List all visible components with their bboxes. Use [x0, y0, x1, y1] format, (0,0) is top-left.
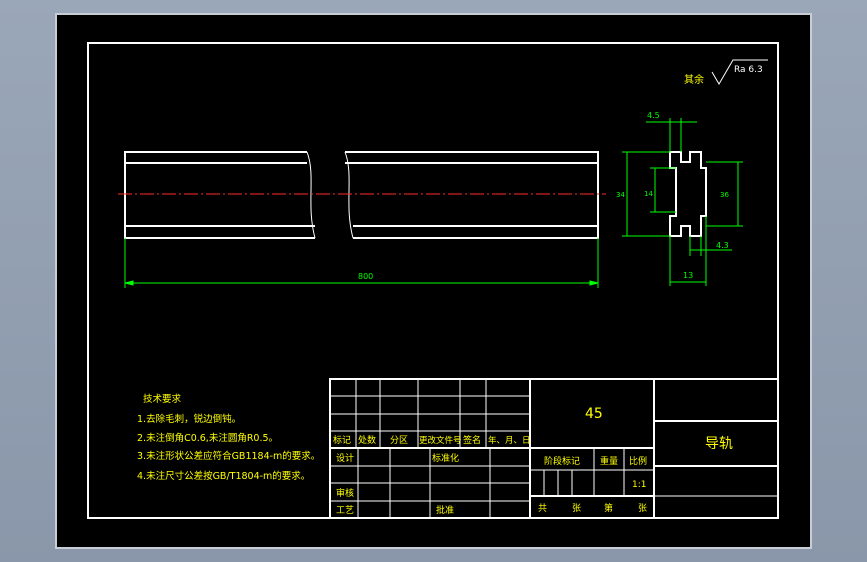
dim-height-inner: 14 — [644, 190, 653, 198]
tech-title: 技术要求 — [143, 393, 182, 405]
material-value: 45 — [585, 406, 603, 422]
drawing-sheet — [55, 13, 812, 549]
process-label: 工艺 — [336, 505, 354, 516]
part-name: 导轨 — [705, 436, 733, 452]
sheet-total-suffix: 张 — [572, 503, 581, 514]
tech-item: 4.未注尺寸公差按GB/T1804-m的要求。 — [137, 470, 310, 482]
header-count: 处数 — [358, 434, 376, 446]
dim-base-width: 13 — [683, 271, 693, 280]
check-label: 审核 — [336, 487, 354, 499]
roughness-value: Ra 6.3 — [734, 65, 763, 75]
dim-height-left: 34 — [616, 191, 625, 199]
length-value: 800 — [358, 272, 373, 281]
sheet-total-prefix: 共 — [538, 503, 547, 514]
header-mark: 标记 — [333, 434, 351, 446]
header-change-doc: 更改文件号 — [419, 435, 462, 446]
approve-label: 批准 — [436, 504, 454, 516]
tech-item: 1.去除毛刺，锐边倒钝。 — [137, 413, 241, 425]
dim-height-right: 36 — [720, 191, 729, 199]
sheet-index-suffix: 张 — [638, 503, 647, 514]
standardize-label: 标准化 — [432, 452, 459, 464]
weight-label: 重量 — [600, 455, 618, 467]
header-zone: 分区 — [390, 435, 408, 446]
tech-item: 3.未注形状公差应符合GB1184-m的要求。 — [137, 450, 320, 462]
header-date: 年、月、日 — [488, 435, 531, 446]
header-sign: 签名 — [463, 434, 481, 446]
sheet-index-prefix: 第 — [604, 502, 613, 514]
dim-bottom-width: 4.3 — [716, 241, 729, 250]
stage-mark-label: 阶段标记 — [544, 455, 580, 467]
design-label: 设计 — [336, 452, 354, 464]
finish-label: 其余 — [684, 73, 704, 86]
cad-drawing: 其余 Ra 6.3 800 4.5 34 14 36 4.3 13 技术要求 1… — [55, 13, 812, 549]
dim-top-width: 4.5 — [647, 111, 660, 120]
scale-value: 1:1 — [632, 480, 646, 490]
tech-item: 2.未注倒角C0.6,未注圆角R0.5。 — [137, 432, 278, 444]
scale-label: 比例 — [629, 455, 647, 467]
